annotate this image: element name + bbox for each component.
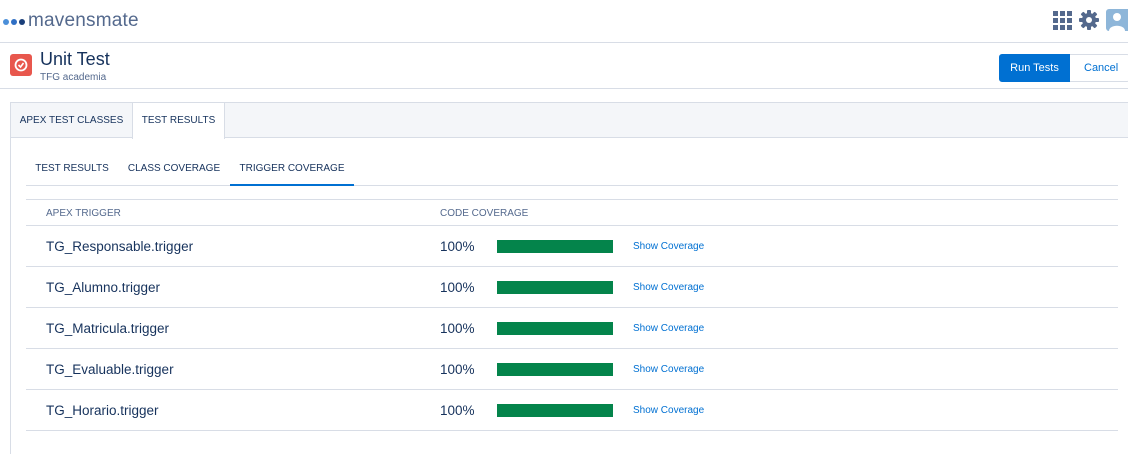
trigger-coverage-table: APEX TRIGGER CODE COVERAGE TG_Responsabl…: [26, 199, 1118, 431]
show-coverage-link[interactable]: Show Coverage: [633, 267, 704, 308]
coverage-bar: [497, 240, 613, 253]
show-coverage-link[interactable]: Show Coverage: [633, 390, 704, 431]
grid-cell: [1067, 18, 1072, 23]
grid-cell: [1053, 25, 1058, 30]
table-row: TG_Horario.trigger 100% Show Coverage: [26, 390, 1118, 431]
trigger-name: TG_Evaluable.trigger: [46, 362, 174, 377]
grid-cell: [1060, 25, 1065, 30]
outer-tab-bar: APEX TEST CLASSES TEST RESULTS: [11, 103, 1128, 139]
grid-cell: [1067, 11, 1072, 16]
logo-dot: [11, 19, 17, 25]
logo-dot: [19, 19, 25, 25]
coverage-bar-fill: [497, 404, 613, 417]
coverage-bar: [497, 322, 613, 335]
apps-grid-icon[interactable]: [1052, 10, 1072, 30]
logo-dots-icon: [3, 19, 25, 25]
tab-test-results[interactable]: TEST RESULTS: [132, 103, 225, 139]
coverage-bar: [497, 281, 613, 294]
top-bar: mavensmate: [0, 0, 1128, 43]
logo-text: mavensmate: [28, 10, 139, 31]
coverage-bar-fill: [497, 240, 613, 253]
coverage-percent: 100%: [440, 280, 475, 295]
coverage-percent: 100%: [440, 362, 475, 377]
trigger-name: TG_Horario.trigger: [46, 403, 159, 418]
subtab-trigger-coverage[interactable]: TRIGGER COVERAGE: [230, 151, 354, 186]
coverage-percent: 100%: [440, 321, 475, 336]
grid-cell: [1067, 25, 1072, 30]
stopwatch-icon: [10, 54, 32, 76]
grid-cell: [1053, 11, 1058, 16]
coverage-bar: [497, 363, 613, 376]
show-coverage-link[interactable]: Show Coverage: [633, 349, 704, 390]
coverage-bar: [497, 404, 613, 417]
app-logo[interactable]: mavensmate: [3, 10, 139, 32]
page-header: Unit Test TFG academia Run Tests Cancel: [0, 44, 1128, 89]
content-card: APEX TEST CLASSES TEST RESULTS TEST RESU…: [10, 102, 1128, 454]
coverage-bar-fill: [497, 363, 613, 376]
table-header: APEX TRIGGER CODE COVERAGE: [26, 199, 1118, 226]
column-header-code-coverage[interactable]: CODE COVERAGE: [440, 200, 528, 227]
subtab-test-results[interactable]: TEST RESULTS: [26, 151, 118, 186]
table-row: TG_Alumno.trigger 100% Show Coverage: [26, 267, 1118, 308]
trigger-name: TG_Responsable.trigger: [46, 239, 194, 254]
page-subtitle: TFG academia: [40, 72, 107, 83]
table-row: TG_Matricula.trigger 100% Show Coverage: [26, 308, 1118, 349]
coverage-percent: 100%: [440, 239, 475, 254]
cancel-button[interactable]: Cancel: [1070, 54, 1128, 82]
trigger-name: TG_Alumno.trigger: [46, 280, 161, 295]
top-icons: [1052, 9, 1128, 31]
run-tests-button[interactable]: Run Tests: [999, 54, 1070, 82]
column-header-apex-trigger[interactable]: APEX TRIGGER: [46, 200, 121, 227]
inner-tab-bar: TEST RESULTS CLASS COVERAGE TRIGGER COVE…: [26, 151, 1118, 186]
show-coverage-link[interactable]: Show Coverage: [633, 308, 704, 349]
grid-cell: [1053, 18, 1058, 23]
coverage-bar-fill: [497, 281, 613, 294]
coverage-percent: 100%: [440, 403, 475, 418]
subtab-class-coverage[interactable]: CLASS COVERAGE: [118, 151, 230, 186]
grid-cell: [1060, 11, 1065, 16]
table-row: TG_Evaluable.trigger 100% Show Coverage: [26, 349, 1118, 390]
show-coverage-link[interactable]: Show Coverage: [633, 226, 704, 267]
table-row: TG_Responsable.trigger 100% Show Coverag…: [26, 226, 1118, 267]
grid-cell: [1060, 18, 1065, 23]
coverage-bar-fill: [497, 322, 613, 335]
user-avatar-icon[interactable]: [1106, 9, 1128, 31]
trigger-name: TG_Matricula.trigger: [46, 321, 170, 336]
page-title: Unit Test: [40, 49, 110, 69]
gear-icon[interactable]: [1078, 9, 1100, 31]
logo-dot: [3, 19, 9, 25]
tab-apex-test-classes[interactable]: APEX TEST CLASSES: [11, 103, 132, 138]
